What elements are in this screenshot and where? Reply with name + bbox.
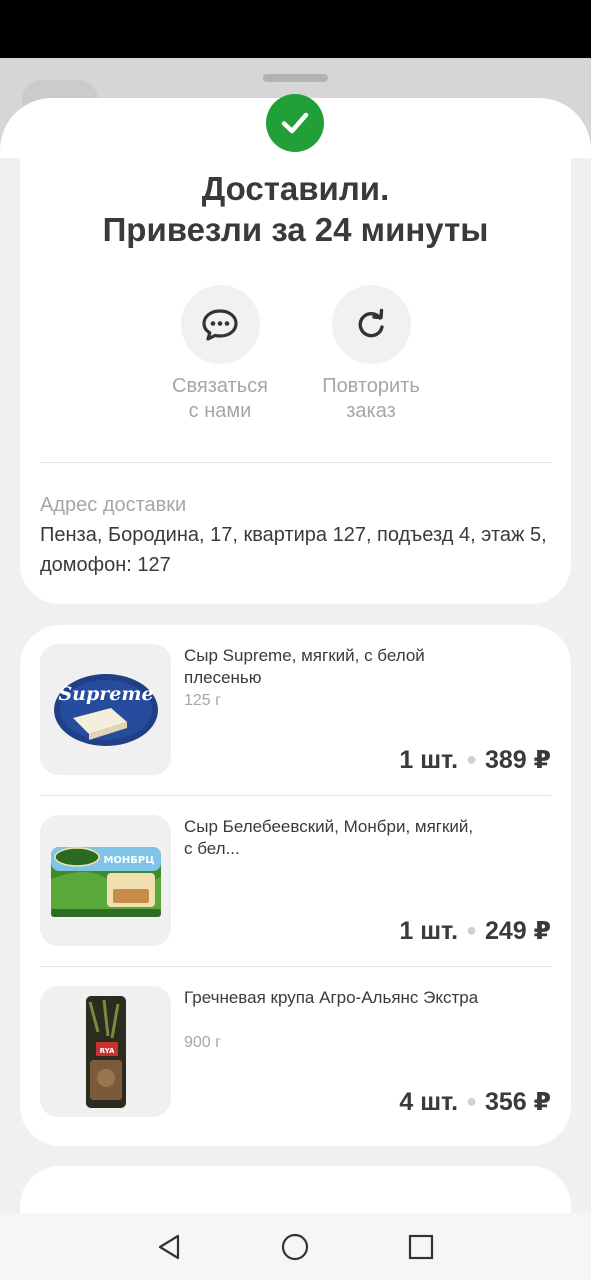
- back-icon[interactable]: [155, 1233, 183, 1261]
- contact-us-label: Связаться с нами: [172, 375, 268, 422]
- list-item[interactable]: RYA Гречневая крупа Агро-Альянс Экстра 9…: [20, 967, 571, 1138]
- item-name: Сыр Supreme, мягкий, с белой плесенью: [184, 646, 425, 687]
- item-weight: 900 г: [184, 1034, 221, 1051]
- next-card: [20, 1166, 571, 1218]
- svg-text:МОНБРЦ: МОНБРЦ: [103, 855, 154, 866]
- order-items-card: Supreme Сыр Supreme, мягкий, с белой пле…: [20, 625, 571, 1146]
- list-item[interactable]: Supreme Сыр Supreme, мягкий, с белой пле…: [20, 625, 571, 796]
- separator-dot: ●: [466, 1091, 477, 1111]
- item-price: 1 шт. ● 249 ₽: [399, 916, 551, 946]
- item-name: Гречневая крупа Агро-Альянс Экстра: [184, 988, 479, 1007]
- contact-us-button[interactable]: Связаться с нами: [155, 285, 285, 424]
- separator-dot: ●: [466, 749, 477, 769]
- repeat-icon: [331, 285, 411, 364]
- check-icon: [266, 94, 324, 152]
- item-weight: 125 г: [184, 692, 221, 709]
- status-bar: [0, 0, 591, 58]
- repeat-order-label: Повторить заказ: [322, 375, 420, 422]
- belebey-cheese-image: МОНБРЦ: [40, 815, 171, 946]
- system-navigation-bar: [0, 1213, 591, 1280]
- item-quantity: 1 шт.: [399, 746, 459, 774]
- delivery-address-label: Адрес доставки: [40, 494, 187, 516]
- item-quantity: 1 шт.: [399, 917, 459, 945]
- order-sheet: Доставили. Привезли за 24 минуты Связать…: [0, 98, 591, 1218]
- buckwheat-pack-image: RYA: [40, 986, 171, 1117]
- delivery-address-text: Пенза, Бородина, 17, квартира 127, подъе…: [40, 524, 547, 576]
- item-total: 389 ₽: [484, 746, 551, 774]
- item-price: 1 шт. ● 389 ₽: [399, 745, 551, 775]
- chat-icon: [180, 285, 260, 364]
- item-total: 356 ₽: [484, 1088, 551, 1116]
- title-line-1: Доставили.: [201, 170, 390, 207]
- order-status-title: Доставили. Привезли за 24 минуты: [0, 168, 591, 250]
- status-divider: [40, 462, 551, 463]
- separator-dot: ●: [466, 920, 477, 940]
- recents-icon[interactable]: [407, 1233, 435, 1261]
- sheet-grabber[interactable]: [263, 74, 328, 82]
- item-total: 249 ₽: [484, 917, 551, 945]
- repeat-order-button[interactable]: Повторить заказ: [306, 285, 436, 424]
- home-icon[interactable]: [281, 1233, 309, 1261]
- item-name: Сыр Белебеевский, Монбри, мягкий, с бел.…: [184, 817, 474, 858]
- title-line-2: Привезли за 24 минуты: [102, 211, 489, 248]
- svg-text:Supreme: Supreme: [58, 683, 153, 705]
- supreme-cheese-image: Supreme: [40, 644, 171, 775]
- item-quantity: 4 шт.: [399, 1088, 459, 1116]
- list-item[interactable]: МОНБРЦ Сыр Белебеевский, Монбри, мягкий,…: [20, 796, 571, 967]
- svg-text:RYA: RYA: [99, 1047, 114, 1055]
- item-price: 4 шт. ● 356 ₽: [399, 1087, 551, 1117]
